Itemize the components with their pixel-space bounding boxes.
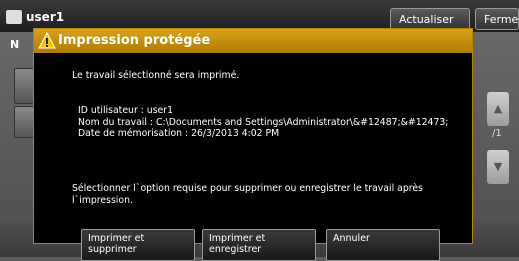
user-icon bbox=[6, 10, 22, 24]
protected-print-dialog: Impression protégée Le travail sélection… bbox=[33, 28, 473, 261]
refresh-button-label: Actualiser bbox=[399, 13, 454, 26]
scroll-down-button[interactable]: ▼ bbox=[487, 150, 509, 184]
refresh-button[interactable]: Actualiser bbox=[390, 8, 470, 30]
job-info: ID utilisateur : user1 Nom du travail : … bbox=[78, 105, 448, 140]
stored-date-text: Date de mémorisation : 26/3/2013 4:02 PM bbox=[78, 128, 280, 139]
instruction-text: Sélectionner l`option requise pour suppr… bbox=[72, 183, 452, 206]
dialog-title: Impression protégée bbox=[58, 33, 211, 48]
button-label-line: Annuler bbox=[333, 233, 370, 244]
background-column-letter: N bbox=[10, 38, 20, 51]
button-label-line: enregistrer bbox=[209, 244, 262, 255]
scroll-up-button[interactable]: ▲ bbox=[487, 92, 509, 126]
instruction-line: Sélectionner l`option requise pour suppr… bbox=[72, 183, 423, 194]
page-fraction: /1 bbox=[492, 128, 502, 139]
print-and-save-button[interactable]: Imprimer et enregistrer bbox=[202, 229, 316, 261]
button-label-line: Imprimer et bbox=[209, 233, 266, 244]
dialog-body: Le travail sélectionné sera imprimé. ID … bbox=[34, 53, 472, 261]
print-and-delete-button[interactable]: Imprimer et supprimer bbox=[81, 229, 195, 261]
job-name-text: Nom du travail : C:\Documents and Settin… bbox=[78, 116, 449, 128]
cancel-button[interactable]: Annuler bbox=[326, 229, 440, 261]
background-side-button[interactable] bbox=[14, 68, 34, 104]
dialog-message: Le travail sélectionné sera imprimé. bbox=[72, 70, 240, 81]
warning-icon bbox=[38, 32, 56, 49]
button-label-line: Imprimer et bbox=[88, 233, 145, 244]
close-button[interactable]: Fermer bbox=[475, 8, 519, 30]
instruction-line: l`impression. bbox=[72, 194, 133, 206]
button-label-line: supprimer bbox=[88, 244, 137, 255]
background-user-label: user1 bbox=[26, 10, 65, 24]
dialog-title-bar: Impression protégée bbox=[34, 29, 472, 53]
close-button-label: Fermer bbox=[484, 13, 519, 26]
user-id-text: ID utilisateur : user1 bbox=[78, 105, 173, 116]
background-side-button[interactable] bbox=[14, 106, 34, 138]
